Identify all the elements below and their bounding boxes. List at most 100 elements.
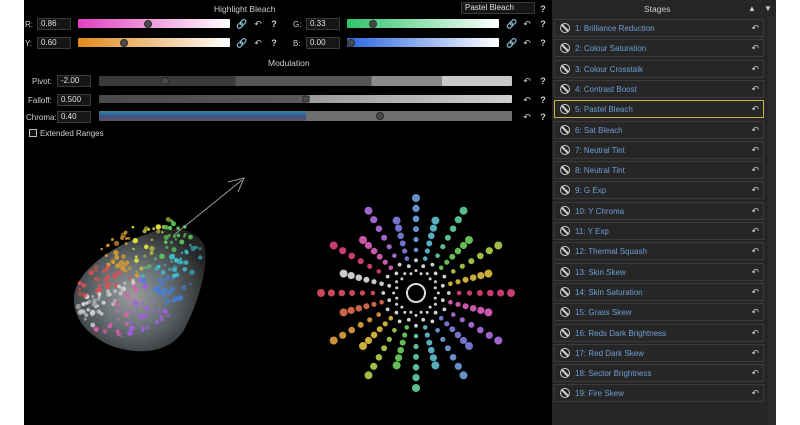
chroma-value-field[interactable]: 0.40 — [57, 111, 91, 123]
color-cloud-3d-view[interactable] — [64, 170, 254, 365]
chroma-slider[interactable] — [99, 111, 512, 121]
disabled-icon[interactable] — [560, 388, 570, 398]
undo-icon[interactable]: ↶ — [751, 307, 759, 318]
undo-icon[interactable]: ↶ — [751, 125, 759, 136]
undo-icon[interactable]: ↶ — [751, 368, 759, 379]
stage-item[interactable]: 10: Y Chroma↶ — [554, 202, 764, 220]
falloff-value-field[interactable]: 0.500 — [57, 94, 91, 106]
undo-icon[interactable]: ↶ — [751, 145, 759, 156]
r-slider[interactable] — [78, 19, 230, 28]
g-slider[interactable] — [347, 19, 499, 28]
extended-ranges-checkbox[interactable] — [29, 129, 37, 137]
disabled-icon[interactable] — [560, 125, 570, 135]
stage-item[interactable]: 2: Colour Saturation↶ — [554, 39, 764, 57]
disabled-icon[interactable] — [560, 267, 570, 277]
stage-item[interactable]: 9: G Exp↶ — [554, 181, 764, 199]
undo-icon[interactable]: ↶ — [751, 267, 759, 278]
undo-icon[interactable]: ↶ — [751, 206, 759, 217]
disabled-icon[interactable] — [560, 64, 570, 74]
stage-item[interactable]: 13: Skin Skew↶ — [554, 263, 764, 281]
move-up-button[interactable]: ▲ — [748, 4, 756, 13]
y-value-field[interactable]: 0.60 — [37, 37, 71, 49]
stages-scrollbar[interactable] — [768, 16, 776, 425]
help-icon[interactable]: ? — [538, 38, 548, 48]
disabled-icon[interactable] — [560, 287, 570, 297]
disabled-icon[interactable] — [560, 368, 570, 378]
b-slider[interactable] — [347, 38, 499, 47]
hue-starburst-3d-view[interactable] — [316, 194, 516, 412]
undo-icon[interactable]: ↶ — [751, 185, 759, 196]
undo-icon[interactable]: ↶ — [751, 348, 759, 359]
y-slider[interactable] — [78, 38, 230, 47]
b-slider-handle[interactable] — [347, 39, 355, 47]
undo-icon[interactable]: ↶ — [751, 43, 759, 54]
pivot-slider-handle[interactable] — [161, 77, 169, 85]
help-icon[interactable]: ? — [538, 76, 548, 86]
g-value-field[interactable]: 0.33 — [306, 18, 340, 30]
stage-item[interactable]: 18: Sector Brightness↶ — [554, 364, 764, 382]
stage-item[interactable]: 12: Thermal Squash↶ — [554, 242, 764, 260]
stage-item[interactable]: 19: Fire Skew↶ — [554, 384, 764, 402]
undo-icon[interactable]: ↶ — [522, 19, 532, 29]
link-icon[interactable]: 🔗 — [236, 19, 246, 29]
disabled-icon[interactable] — [560, 104, 570, 114]
y-slider-handle[interactable] — [120, 39, 128, 47]
stage-item[interactable]: 8: Neutral Tint↶ — [554, 161, 764, 179]
r-slider-handle[interactable] — [144, 20, 152, 28]
undo-icon[interactable]: ↶ — [751, 246, 759, 257]
disabled-icon[interactable] — [560, 348, 570, 358]
stage-item[interactable]: 17: Red Dark Skew↶ — [554, 344, 764, 362]
chroma-slider-handle[interactable] — [376, 112, 384, 120]
disabled-icon[interactable] — [560, 206, 570, 216]
falloff-slider-handle[interactable] — [302, 96, 309, 103]
help-icon[interactable]: ? — [538, 4, 548, 14]
undo-icon[interactable]: ↶ — [751, 388, 759, 399]
undo-icon[interactable]: ↶ — [253, 19, 263, 29]
undo-icon[interactable]: ↶ — [751, 104, 759, 115]
stage-item[interactable]: 5: Pastel Bleach↶ — [554, 100, 764, 118]
disabled-icon[interactable] — [560, 246, 570, 256]
g-slider-handle[interactable] — [369, 20, 377, 28]
disabled-icon[interactable] — [560, 145, 570, 155]
b-value-field[interactable]: 0.00 — [306, 37, 340, 49]
move-down-button[interactable]: ▼ — [764, 4, 772, 13]
stage-item[interactable]: 6: Sat Bleach↶ — [554, 121, 764, 139]
help-icon[interactable]: ? — [538, 19, 548, 29]
disabled-icon[interactable] — [560, 84, 570, 94]
r-value-field[interactable]: 0.86 — [37, 18, 71, 30]
disabled-icon[interactable] — [560, 307, 570, 317]
help-icon[interactable]: ? — [538, 95, 548, 105]
preset-name-field[interactable]: Pastel Bleach — [461, 2, 535, 14]
link-icon[interactable]: 🔗 — [506, 19, 516, 29]
disabled-icon[interactable] — [560, 23, 570, 33]
undo-icon[interactable]: ↶ — [751, 165, 759, 176]
disabled-icon[interactable] — [560, 185, 570, 195]
undo-icon[interactable]: ↶ — [751, 23, 759, 34]
disabled-icon[interactable] — [560, 165, 570, 175]
undo-icon[interactable]: ↶ — [522, 95, 532, 105]
pivot-value-field[interactable]: -2.00 — [57, 75, 91, 87]
disabled-icon[interactable] — [560, 43, 570, 53]
help-icon[interactable]: ? — [269, 19, 279, 29]
link-icon[interactable]: 🔗 — [506, 38, 516, 48]
stage-item[interactable]: 11: Y Exp↶ — [554, 222, 764, 240]
stage-item[interactable]: 14: Skin Saturation↶ — [554, 283, 764, 301]
disabled-icon[interactable] — [560, 328, 570, 338]
link-icon[interactable]: 🔗 — [236, 38, 246, 48]
undo-icon[interactable]: ↶ — [522, 112, 532, 122]
pivot-slider[interactable] — [99, 76, 512, 86]
stage-item[interactable]: 15: Grass Skew↶ — [554, 303, 764, 321]
stage-item[interactable]: 7: Neutral Tint↶ — [554, 141, 764, 159]
stage-item[interactable]: 16: Reds Dark Brightness↶ — [554, 324, 764, 342]
disabled-icon[interactable] — [560, 226, 570, 236]
undo-icon[interactable]: ↶ — [253, 38, 263, 48]
undo-icon[interactable]: ↶ — [751, 328, 759, 339]
help-icon[interactable]: ? — [538, 112, 548, 122]
help-icon[interactable]: ? — [269, 38, 279, 48]
falloff-slider[interactable] — [99, 95, 512, 103]
undo-icon[interactable]: ↶ — [751, 64, 759, 75]
stage-item[interactable]: 4: Contrast Boost↶ — [554, 80, 764, 98]
undo-icon[interactable]: ↶ — [751, 287, 759, 298]
undo-icon[interactable]: ↶ — [751, 84, 759, 95]
undo-icon[interactable]: ↶ — [522, 76, 532, 86]
